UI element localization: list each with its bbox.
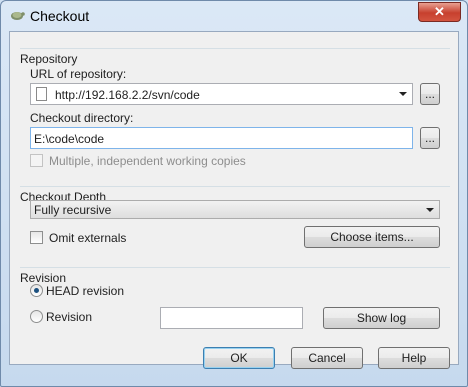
help-button[interactable]: Help [378, 347, 450, 369]
checkout-dir-input[interactable]: E:\code\code [30, 127, 413, 149]
checkout-dir-label: Checkout directory: [30, 111, 134, 125]
depth-select[interactable]: Fully recursive [30, 200, 440, 219]
dir-browse-button[interactable]: ... [420, 127, 440, 149]
choose-items-button[interactable]: Choose items... [304, 226, 440, 248]
head-revision-label: HEAD revision [46, 284, 125, 298]
checkout-dialog: Checkout ✕ Repository URL of repository:… [0, 0, 468, 387]
omit-externals-label: Omit externals [49, 231, 127, 245]
document-icon [36, 87, 47, 101]
url-label: URL of repository: [30, 67, 127, 81]
repository-group: Repository URL of repository: http://192… [20, 48, 450, 178]
checkout-depth-group: Checkout Depth Fully recursive Omit exte… [20, 186, 450, 258]
omit-externals-checkbox[interactable] [30, 231, 43, 244]
url-value: http://192.168.2.2/svn/code [55, 88, 200, 102]
revision-label: Revision [46, 310, 93, 324]
dialog-client-area: Repository URL of repository: http://192… [9, 31, 459, 365]
repository-heading: Repository [20, 52, 82, 66]
url-browse-button[interactable]: ... [420, 83, 440, 105]
chevron-down-icon[interactable] [426, 208, 434, 212]
close-button[interactable]: ✕ [418, 2, 461, 22]
chevron-down-icon[interactable] [399, 92, 407, 96]
revision-radio[interactable] [30, 310, 43, 323]
checkout-dir-value: E:\code\code [34, 132, 105, 146]
ok-button[interactable]: OK [203, 347, 275, 369]
depth-selected: Fully recursive [34, 203, 112, 217]
title-bar[interactable]: Checkout ✕ [1, 1, 467, 31]
window-title: Checkout [30, 8, 90, 24]
head-revision-radio[interactable] [30, 284, 43, 297]
cancel-button[interactable]: Cancel [291, 347, 363, 369]
radio-selected-dot [34, 288, 39, 293]
revision-input[interactable] [160, 307, 303, 329]
tortoise-icon [11, 12, 25, 20]
multiple-copies-checkbox[interactable] [30, 154, 43, 167]
url-combobox[interactable]: http://192.168.2.2/svn/code [30, 83, 413, 105]
show-log-button[interactable]: Show log [323, 307, 440, 329]
multiple-copies-label: Multiple, independent working copies [49, 154, 246, 168]
revision-group: Revision HEAD revision Revision Show log [20, 267, 450, 335]
revision-heading: Revision [20, 271, 71, 285]
